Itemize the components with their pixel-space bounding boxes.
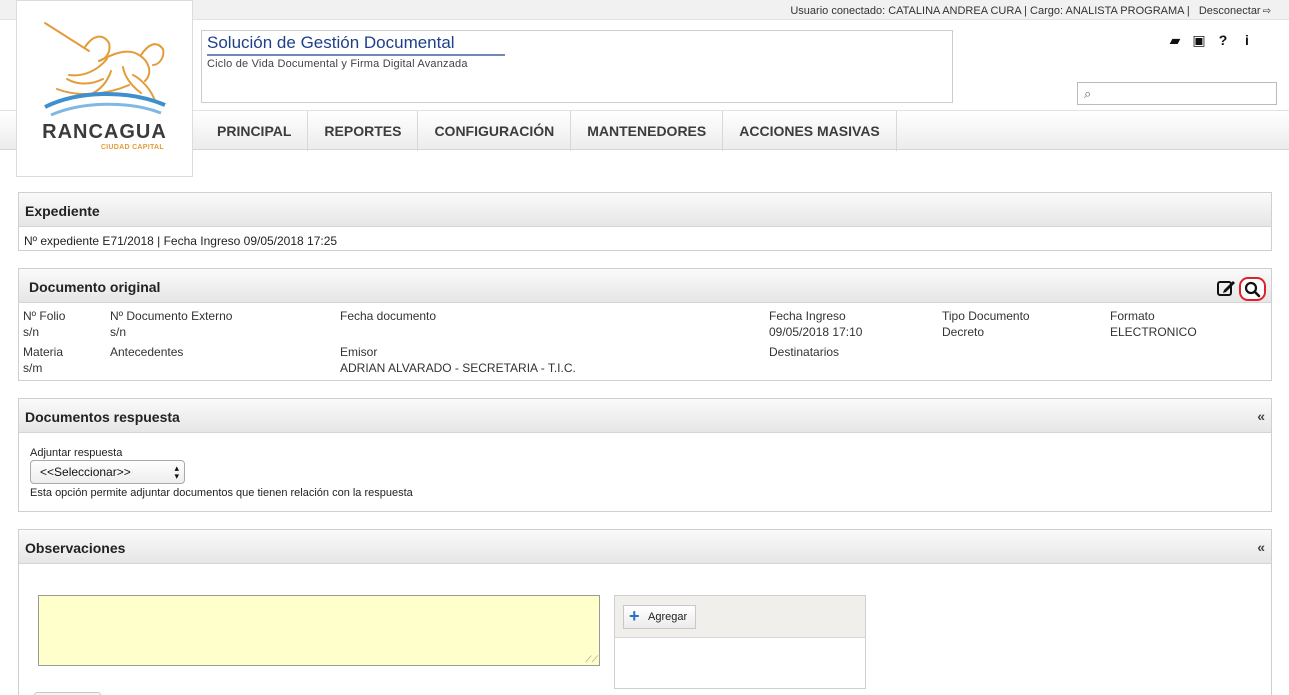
user-info: Usuario conectado: CATALINA ANDREA CURA … bbox=[790, 5, 1271, 17]
fecha-ingreso-value: 09/05/2018 17:10 bbox=[769, 325, 863, 339]
collapse-observaciones-icon[interactable]: « bbox=[1257, 539, 1265, 555]
main-nav: PRINCIPAL REPORTES CONFIGURACIÓN MANTENE… bbox=[0, 110, 1289, 151]
view-document-button[interactable] bbox=[1239, 277, 1266, 301]
doc-externo-field: Nº Documento Externo s/n bbox=[110, 309, 232, 339]
observaciones-header[interactable]: Observaciones « bbox=[19, 530, 1271, 564]
formato-field: Formato ELECTRONICO bbox=[1110, 309, 1197, 339]
search-icon: ⌕ bbox=[1084, 86, 1092, 101]
app-title: Solución de Gestión Documental bbox=[207, 33, 505, 56]
fecha-documento-field: Fecha documento bbox=[340, 309, 436, 323]
emisor-value: ADRIAN ALVARADO - SECRETARIA - T.I.C. bbox=[340, 361, 576, 375]
nav-mantenedores[interactable]: MANTENEDORES bbox=[571, 111, 724, 151]
logout-label: Desconectar bbox=[1198, 5, 1261, 17]
logout-link[interactable]: Desconectar ⇨ bbox=[1199, 5, 1271, 17]
app-title-box: Solución de Gestión Documental Ciclo de … bbox=[201, 30, 953, 103]
folio-value: s/n bbox=[23, 325, 40, 339]
collapse-respuesta-icon[interactable]: « bbox=[1257, 408, 1265, 424]
logo-subtitle: CIUDAD CAPITAL bbox=[100, 144, 164, 151]
doc-externo-label: Nº Documento Externo bbox=[110, 309, 233, 323]
observaciones-textarea[interactable]: ⟋⟋ bbox=[38, 595, 600, 666]
user-info-text: Usuario conectado: CATALINA ANDREA CURA … bbox=[790, 5, 1190, 17]
folio-field: Nº Folio s/n bbox=[23, 309, 65, 339]
toolbar-icons: ▰ ▣ ? i bbox=[1168, 32, 1254, 49]
edit-icon[interactable] bbox=[1216, 278, 1236, 298]
tipo-documento-value: Decreto bbox=[942, 325, 985, 339]
destinatarios-label: Destinatarios bbox=[769, 345, 840, 359]
observaciones-panel: Observaciones « ⟋⟋ + Agregar bbox=[18, 529, 1272, 695]
emisor-label: Emisor bbox=[340, 345, 378, 359]
documentos-respuesta-header[interactable]: Documentos respuesta « bbox=[19, 399, 1271, 433]
antecedentes-field: Antecedentes bbox=[110, 345, 183, 359]
expediente-panel: Expediente Nº expediente E71/2018 | Fech… bbox=[18, 192, 1272, 251]
formato-label: Formato bbox=[1110, 309, 1155, 323]
attachments-box: + Agregar bbox=[614, 595, 866, 689]
attachments-toolbar: + Agregar bbox=[615, 596, 865, 638]
help-icon[interactable]: ? bbox=[1216, 32, 1230, 49]
nav-acciones-masivas[interactable]: ACCIONES MASIVAS bbox=[723, 111, 897, 151]
adjuntar-respuesta-select[interactable]: <<Seleccionar>> ▴ ▾ bbox=[30, 460, 185, 484]
documento-original-title: Documento original bbox=[29, 279, 161, 295]
add-attachment-button[interactable]: + Agregar bbox=[623, 605, 697, 629]
book-icon[interactable]: ▰ bbox=[1168, 32, 1182, 49]
documento-original-header: Documento original bbox=[19, 269, 1271, 303]
news-icon[interactable]: ▣ bbox=[1192, 32, 1206, 49]
materia-value: s/m bbox=[23, 361, 43, 375]
antecedentes-label: Antecedentes bbox=[110, 345, 184, 359]
logo-name: RANCAGUA bbox=[42, 121, 167, 143]
info-icon[interactable]: i bbox=[1240, 32, 1254, 49]
plus-icon: + bbox=[629, 606, 640, 626]
expediente-title: Expediente bbox=[25, 203, 100, 219]
folio-label: Nº Folio bbox=[23, 309, 66, 323]
materia-label: Materia bbox=[23, 345, 64, 359]
logout-icon: ⇨ bbox=[1262, 6, 1271, 17]
nav-configuracion[interactable]: CONFIGURACIÓN bbox=[418, 111, 572, 151]
destinatarios-field: Destinatarios bbox=[769, 345, 839, 359]
fecha-ingreso-label: Fecha Ingreso bbox=[769, 309, 846, 323]
adjuntar-respuesta-label: Adjuntar respuesta bbox=[30, 447, 123, 459]
search-input[interactable]: ⌕ bbox=[1077, 82, 1277, 105]
observaciones-title: Observaciones bbox=[25, 540, 126, 556]
tipo-documento-field: Tipo Documento Decreto bbox=[942, 309, 1030, 339]
top-bar: Usuario conectado: CATALINA ANDREA CURA … bbox=[0, 0, 1289, 20]
logo[interactable]: RANCAGUA CIUDAD CAPITAL bbox=[16, 0, 193, 177]
adjuntar-respuesta-help: Esta opción permite adjuntar documentos … bbox=[30, 487, 413, 499]
documentos-respuesta-title: Documentos respuesta bbox=[25, 409, 180, 425]
materia-field: Materia s/m bbox=[23, 345, 63, 375]
tipo-documento-label: Tipo Documento bbox=[942, 309, 1030, 323]
logo-horseman-icon bbox=[44, 22, 166, 117]
nav-principal[interactable]: PRINCIPAL bbox=[201, 111, 309, 151]
fecha-ingreso-field: Fecha Ingreso 09/05/2018 17:10 bbox=[769, 309, 862, 339]
adjuntar-respuesta-value: <<Seleccionar>> bbox=[40, 465, 131, 479]
formato-value: ELECTRONICO bbox=[1110, 325, 1197, 339]
magnifier-icon bbox=[1244, 281, 1261, 298]
nav-reportes[interactable]: REPORTES bbox=[308, 111, 419, 151]
doc-externo-value: s/n bbox=[110, 325, 127, 339]
expediente-header: Expediente bbox=[19, 193, 1271, 227]
select-arrows-icon: ▴ ▾ bbox=[174, 463, 179, 481]
expediente-info: Nº expediente E71/2018 | Fecha Ingreso 0… bbox=[24, 234, 338, 248]
add-attachment-label: Agregar bbox=[648, 611, 688, 623]
resize-grip-icon[interactable]: ⟋⟋ bbox=[585, 654, 598, 665]
app-subtitle: Ciclo de Vida Documental y Firma Digital… bbox=[207, 58, 468, 70]
emisor-field: Emisor ADRIAN ALVARADO - SECRETARIA - T.… bbox=[340, 345, 576, 375]
fecha-documento-label: Fecha documento bbox=[340, 309, 437, 323]
documento-original-panel: Documento original Nº Folio s/n Nº Docum… bbox=[18, 268, 1272, 381]
documentos-respuesta-panel: Documentos respuesta « Adjuntar respuest… bbox=[18, 398, 1272, 512]
